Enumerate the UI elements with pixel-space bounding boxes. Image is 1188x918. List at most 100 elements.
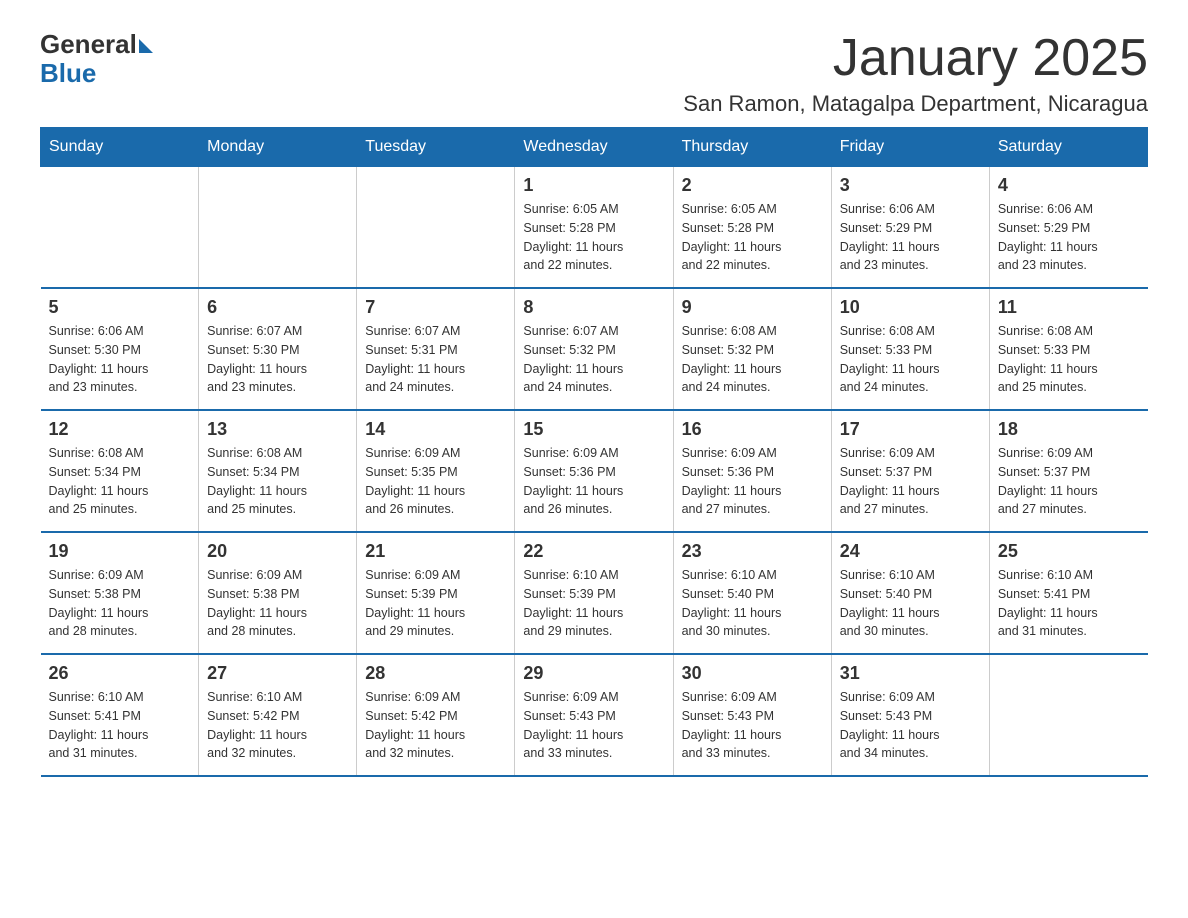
day-info: Sunrise: 6:10 AM Sunset: 5:41 PM Dayligh… [998,566,1140,641]
calendar-cell: 16Sunrise: 6:09 AM Sunset: 5:36 PM Dayli… [673,410,831,532]
calendar-cell: 10Sunrise: 6:08 AM Sunset: 5:33 PM Dayli… [831,288,989,410]
logo: General Blue [40,30,153,87]
calendar-cell: 23Sunrise: 6:10 AM Sunset: 5:40 PM Dayli… [673,532,831,654]
calendar-cell: 12Sunrise: 6:08 AM Sunset: 5:34 PM Dayli… [41,410,199,532]
calendar-cell: 7 Sunrise: 6:07 AM Sunset: 5:31 PM Daylig… [357,288,515,410]
calendar-cell: 6Sunrise: 6:07 AM Sunset: 5:30 PM Daylig… [199,288,357,410]
calendar-week-row: 19 Sunrise: 6:09 AM Sunset: 5:38 PM Dayli… [41,532,1148,654]
header-wednesday: Wednesday [515,128,673,167]
day-number: 9 [682,297,823,318]
day-number: 12 [49,419,191,440]
logo-blue-text: Blue [40,59,153,88]
day-info: Sunrise: 6:08 AM Sunset: 5:33 PM Dayligh… [998,322,1140,397]
day-info: Sunrise: 6:08 AM Sunset: 5:34 PM Dayligh… [207,444,348,519]
day-info: Sunrise: 6:07 AM Sunset: 5:31 PM Dayligh… [365,322,506,397]
calendar-cell: 19 Sunrise: 6:09 AM Sunset: 5:38 PM Dayli… [41,532,199,654]
day-number: 8 [523,297,664,318]
day-number: 29 [523,663,664,684]
calendar-cell: 27 Sunrise: 6:10 AM Sunset: 5:42 PM Dayli… [199,654,357,776]
calendar-cell: 26Sunrise: 6:10 AM Sunset: 5:41 PM Dayli… [41,654,199,776]
calendar-cell: 20Sunrise: 6:09 AM Sunset: 5:38 PM Dayli… [199,532,357,654]
day-number: 25 [998,541,1140,562]
calendar-week-row: 12 Sunrise: 6:08 AM Sunset: 5:34 PM Dayli… [41,410,1148,532]
day-number: 5 [49,297,191,318]
day-info: Sunrise: 6:08 AM Sunset: 5:32 PM Dayligh… [682,322,823,397]
day-number: 2 [682,175,823,196]
calendar-cell: 31 Sunrise: 6:09 AM Sunset: 5:43 PM Dayli… [831,654,989,776]
day-info: Sunrise: 6:09 AM Sunset: 5:43 PM Dayligh… [682,688,823,763]
calendar-cell: 28 Sunrise: 6:09 AM Sunset: 5:42 PM Dayli… [357,654,515,776]
day-number: 28 [365,663,506,684]
header-sunday: Sunday [41,128,199,167]
calendar-cell: 11Sunrise: 6:08 AM Sunset: 5:33 PM Dayli… [989,288,1147,410]
day-number: 1 [523,175,664,196]
calendar-cell [199,167,357,289]
header-thursday: Thursday [673,128,831,167]
day-number: 22 [523,541,664,562]
day-info: Sunrise: 6:09 AM Sunset: 5:39 PM Dayligh… [365,566,506,641]
header-monday: Monday [199,128,357,167]
day-info: Sunrise: 6:10 AM Sunset: 5:42 PM Dayligh… [207,688,348,763]
calendar-cell: 22 Sunrise: 6:10 AM Sunset: 5:39 PM Dayli… [515,532,673,654]
day-info: Sunrise: 6:09 AM Sunset: 5:38 PM Dayligh… [207,566,348,641]
day-info: Sunrise: 6:10 AM Sunset: 5:40 PM Dayligh… [682,566,823,641]
day-info: Sunrise: 6:05 AM Sunset: 5:28 PM Dayligh… [523,200,664,275]
day-number: 19 [49,541,191,562]
calendar-cell: 21 Sunrise: 6:09 AM Sunset: 5:39 PM Dayli… [357,532,515,654]
day-info: Sunrise: 6:06 AM Sunset: 5:30 PM Dayligh… [49,322,191,397]
header-saturday: Saturday [989,128,1147,167]
day-number: 3 [840,175,981,196]
day-number: 15 [523,419,664,440]
calendar-cell [989,654,1147,776]
calendar-header-row: SundayMondayTuesdayWednesdayThursdayFrid… [41,128,1148,167]
calendar-cell: 3Sunrise: 6:06 AM Sunset: 5:29 PM Daylig… [831,167,989,289]
day-number: 6 [207,297,348,318]
day-info: Sunrise: 6:07 AM Sunset: 5:32 PM Dayligh… [523,322,664,397]
calendar-cell: 1 Sunrise: 6:05 AM Sunset: 5:28 PM Daylig… [515,167,673,289]
calendar-cell: 24 Sunrise: 6:10 AM Sunset: 5:40 PM Dayli… [831,532,989,654]
day-number: 17 [840,419,981,440]
calendar-cell [41,167,199,289]
day-number: 14 [365,419,506,440]
calendar-cell: 5 Sunrise: 6:06 AM Sunset: 5:30 PM Daylig… [41,288,199,410]
day-info: Sunrise: 6:09 AM Sunset: 5:42 PM Dayligh… [365,688,506,763]
day-number: 27 [207,663,348,684]
logo-triangle-icon [139,39,153,53]
day-info: Sunrise: 6:09 AM Sunset: 5:43 PM Dayligh… [840,688,981,763]
calendar-cell: 9 Sunrise: 6:08 AM Sunset: 5:32 PM Daylig… [673,288,831,410]
day-number: 26 [49,663,191,684]
day-number: 24 [840,541,981,562]
calendar-cell: 4Sunrise: 6:06 AM Sunset: 5:29 PM Daylig… [989,167,1147,289]
day-number: 30 [682,663,823,684]
calendar-week-row: 5 Sunrise: 6:06 AM Sunset: 5:30 PM Daylig… [41,288,1148,410]
calendar-cell: 2 Sunrise: 6:05 AM Sunset: 5:28 PM Daylig… [673,167,831,289]
day-info: Sunrise: 6:09 AM Sunset: 5:35 PM Dayligh… [365,444,506,519]
calendar-cell: 29 Sunrise: 6:09 AM Sunset: 5:43 PM Dayli… [515,654,673,776]
calendar-cell: 14 Sunrise: 6:09 AM Sunset: 5:35 PM Dayli… [357,410,515,532]
calendar-cell [357,167,515,289]
calendar-cell: 25 Sunrise: 6:10 AM Sunset: 5:41 PM Dayli… [989,532,1147,654]
header-tuesday: Tuesday [357,128,515,167]
day-number: 7 [365,297,506,318]
page-header: General Blue January 2025 San Ramon, Mat… [40,30,1148,117]
day-number: 16 [682,419,823,440]
day-info: Sunrise: 6:05 AM Sunset: 5:28 PM Dayligh… [682,200,823,275]
day-info: Sunrise: 6:09 AM Sunset: 5:43 PM Dayligh… [523,688,664,763]
day-number: 21 [365,541,506,562]
day-info: Sunrise: 6:09 AM Sunset: 5:36 PM Dayligh… [523,444,664,519]
title-section: January 2025 San Ramon, Matagalpa Depart… [683,30,1148,117]
calendar-cell: 8 Sunrise: 6:07 AM Sunset: 5:32 PM Daylig… [515,288,673,410]
calendar-cell: 18Sunrise: 6:09 AM Sunset: 5:37 PM Dayli… [989,410,1147,532]
calendar-cell: 15 Sunrise: 6:09 AM Sunset: 5:36 PM Dayli… [515,410,673,532]
day-number: 4 [998,175,1140,196]
month-year-title: January 2025 [683,30,1148,87]
day-info: Sunrise: 6:09 AM Sunset: 5:38 PM Dayligh… [49,566,191,641]
day-info: Sunrise: 6:10 AM Sunset: 5:39 PM Dayligh… [523,566,664,641]
day-number: 31 [840,663,981,684]
calendar-week-row: 1 Sunrise: 6:05 AM Sunset: 5:28 PM Daylig… [41,167,1148,289]
day-info: Sunrise: 6:10 AM Sunset: 5:40 PM Dayligh… [840,566,981,641]
day-info: Sunrise: 6:08 AM Sunset: 5:33 PM Dayligh… [840,322,981,397]
header-friday: Friday [831,128,989,167]
calendar-cell: 17Sunrise: 6:09 AM Sunset: 5:37 PM Dayli… [831,410,989,532]
calendar-week-row: 26Sunrise: 6:10 AM Sunset: 5:41 PM Dayli… [41,654,1148,776]
